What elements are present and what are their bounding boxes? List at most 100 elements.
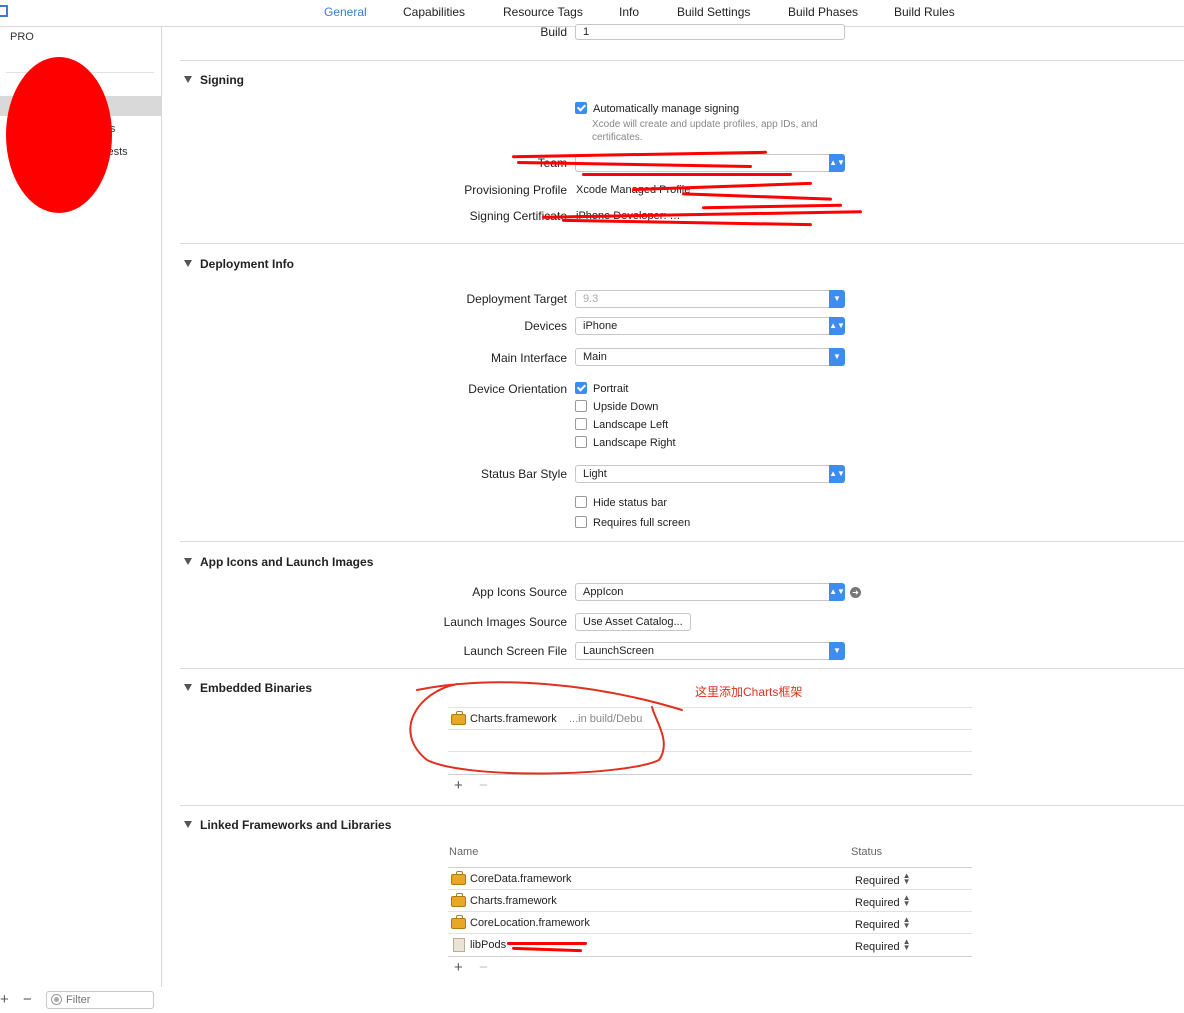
column-header-name[interactable]: Name bbox=[449, 846, 478, 858]
add-framework-button[interactable]: + bbox=[454, 959, 463, 976]
section-deployment-info[interactable]: Deployment Info bbox=[184, 257, 294, 271]
linked-item-name: Charts.framework bbox=[470, 895, 557, 907]
checkbox-icon[interactable] bbox=[575, 102, 587, 114]
column-header-status[interactable]: Status bbox=[851, 846, 882, 858]
linked-item-status[interactable]: Required ▲ ▼ bbox=[855, 893, 911, 910]
stepper-arrows-icon: ▲ ▼ bbox=[902, 893, 911, 908]
general-settings-pane: Build 1 Signing Automatically manage sig… bbox=[162, 24, 1184, 987]
add-embedded-binary-button[interactable]: + bbox=[454, 777, 463, 794]
stepper-arrows-icon: ▲ ▼ bbox=[902, 937, 911, 952]
use-asset-catalog-button[interactable]: Use Asset Catalog... bbox=[575, 613, 691, 631]
launch-screen-file-combo[interactable]: LaunchScreen ▼ bbox=[575, 642, 845, 660]
popup-value: AppIcon bbox=[583, 586, 624, 598]
devices-popup[interactable]: iPhone ▲▼ bbox=[575, 317, 845, 335]
stepper-arrows-icon: ▲ ▼ bbox=[902, 871, 911, 886]
table-divider bbox=[448, 889, 972, 890]
navigator-toggle-icon[interactable] bbox=[0, 5, 8, 17]
checkbox-label: Upside Down bbox=[593, 401, 659, 413]
tab-general[interactable]: General bbox=[324, 5, 367, 19]
linked-item-status[interactable]: Required ▲ ▼ bbox=[855, 937, 911, 954]
redaction-mark bbox=[507, 942, 587, 945]
checkbox-icon[interactable] bbox=[575, 516, 587, 528]
filter-input[interactable] bbox=[66, 993, 150, 1007]
section-divider bbox=[180, 243, 1184, 244]
checkbox-icon[interactable] bbox=[575, 400, 587, 412]
checkbox-icon[interactable] bbox=[575, 382, 587, 394]
build-field[interactable]: 1 bbox=[575, 24, 845, 40]
section-linked-frameworks[interactable]: Linked Frameworks and Libraries bbox=[184, 818, 391, 832]
section-divider bbox=[180, 805, 1184, 806]
checkbox-icon[interactable] bbox=[575, 436, 587, 448]
framework-icon bbox=[451, 915, 466, 929]
go-to-asset-arrow-icon[interactable]: ➜ bbox=[850, 587, 861, 598]
checkbox-icon[interactable] bbox=[575, 418, 587, 430]
popup-value: Main bbox=[583, 351, 607, 363]
stepper-arrows-icon: ▲ ▼ bbox=[902, 915, 911, 930]
section-app-icons[interactable]: App Icons and Launch Images bbox=[184, 555, 373, 569]
launch-screen-file-label: Launch Screen File bbox=[463, 644, 567, 658]
redaction-mark bbox=[582, 173, 792, 176]
disclosure-triangle-icon[interactable] bbox=[184, 821, 192, 828]
linked-item-status[interactable]: Required ▲ ▼ bbox=[855, 871, 911, 888]
add-target-button[interactable]: + bbox=[0, 991, 9, 1008]
checkbox-label: Requires full screen bbox=[593, 517, 691, 529]
chevron-down-icon: ▼ bbox=[829, 642, 845, 660]
status-value: Required bbox=[855, 875, 900, 887]
disclosure-triangle-icon[interactable] bbox=[184, 558, 192, 565]
table-divider bbox=[448, 867, 972, 868]
section-title: Embedded Binaries bbox=[200, 681, 313, 695]
popup-value: Light bbox=[583, 468, 607, 480]
app-icons-source-popup[interactable]: AppIcon ▲▼ bbox=[575, 583, 845, 601]
checkbox-label: Automatically manage signing bbox=[593, 103, 740, 115]
annotation-circle bbox=[409, 681, 683, 775]
disclosure-triangle-icon[interactable] bbox=[184, 260, 192, 267]
status-bar-style-popup[interactable]: Light ▲▼ bbox=[575, 465, 845, 483]
auto-signing-checkbox[interactable]: Automatically manage signing bbox=[575, 102, 739, 115]
checkbox-label: Landscape Right bbox=[593, 437, 676, 449]
tab-resource-tags[interactable]: Resource Tags bbox=[503, 5, 583, 19]
popup-arrows-icon: ▲▼ bbox=[829, 154, 845, 172]
linked-item-name: CoreData.framework bbox=[470, 873, 572, 885]
tab-build-rules[interactable]: Build Rules bbox=[894, 5, 955, 19]
hide-status-bar-checkbox[interactable]: Hide status bar bbox=[575, 496, 667, 509]
redaction-mark bbox=[681, 192, 833, 201]
remove-target-button[interactable]: − bbox=[23, 991, 32, 1008]
tab-build-phases[interactable]: Build Phases bbox=[788, 5, 858, 19]
linked-item-status[interactable]: Required ▲ ▼ bbox=[855, 915, 911, 932]
section-title: Linked Frameworks and Libraries bbox=[200, 818, 392, 832]
editor-tab-bar: General Capabilities Resource Tags Info … bbox=[0, 0, 1184, 27]
tab-info[interactable]: Info bbox=[619, 5, 639, 19]
status-value: Required bbox=[855, 941, 900, 953]
devices-label: Devices bbox=[524, 319, 567, 333]
orientation-landscape-left-checkbox[interactable]: Landscape Left bbox=[575, 418, 668, 431]
tab-build-settings[interactable]: Build Settings bbox=[677, 5, 750, 19]
status-value: Required bbox=[855, 897, 900, 909]
orientation-landscape-right-checkbox[interactable]: Landscape Right bbox=[575, 436, 676, 449]
checkbox-icon[interactable] bbox=[575, 496, 587, 508]
popup-value: LaunchScreen bbox=[583, 645, 654, 657]
orientation-portrait-checkbox[interactable]: Portrait bbox=[575, 382, 628, 395]
section-signing[interactable]: Signing bbox=[184, 73, 244, 87]
app-icons-source-label: App Icons Source bbox=[472, 585, 567, 599]
tab-capabilities[interactable]: Capabilities bbox=[403, 5, 465, 19]
redaction-mark bbox=[561, 218, 813, 227]
popup-arrows-icon: ▲▼ bbox=[829, 583, 845, 601]
remove-framework-button[interactable]: − bbox=[479, 959, 488, 976]
table-divider bbox=[448, 956, 972, 957]
filter-field[interactable] bbox=[46, 991, 154, 1009]
popup-arrows-icon: ▲▼ bbox=[829, 465, 845, 483]
checkbox-label: Hide status bar bbox=[593, 497, 667, 509]
table-divider bbox=[448, 933, 972, 934]
status-bar-style-label: Status Bar Style bbox=[480, 467, 567, 481]
requires-full-screen-checkbox[interactable]: Requires full screen bbox=[575, 516, 690, 529]
main-interface-combo[interactable]: Main ▼ bbox=[575, 348, 845, 366]
orientation-upside-down-checkbox[interactable]: Upside Down bbox=[575, 400, 658, 413]
disclosure-triangle-icon[interactable] bbox=[184, 76, 192, 83]
chevron-down-icon: ▼ bbox=[829, 290, 845, 308]
section-embedded-binaries[interactable]: Embedded Binaries bbox=[184, 681, 312, 695]
checkbox-label: Portrait bbox=[593, 383, 629, 395]
status-value: Required bbox=[855, 919, 900, 931]
disclosure-triangle-icon[interactable] bbox=[184, 684, 192, 691]
deployment-target-popup[interactable]: 9.3 ▼ bbox=[575, 290, 845, 308]
remove-embedded-binary-button[interactable]: − bbox=[479, 777, 488, 794]
